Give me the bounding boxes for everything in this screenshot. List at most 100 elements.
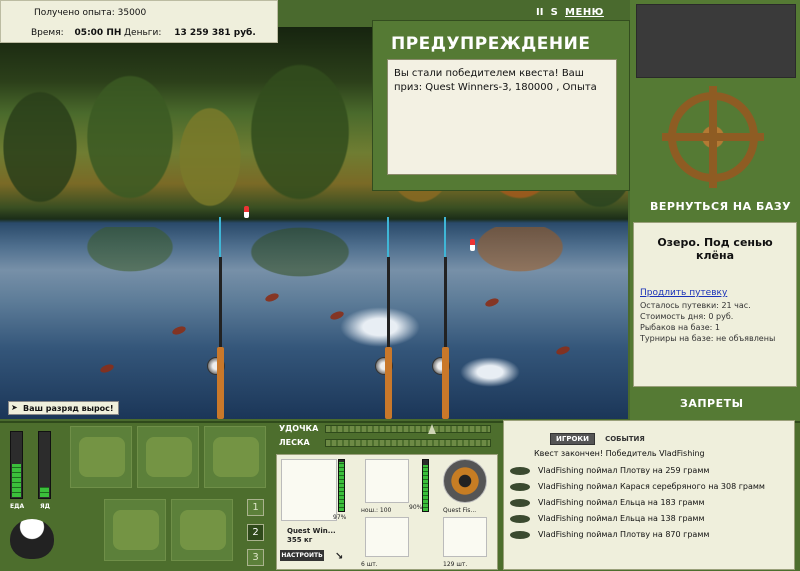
cauldron-icon[interactable]: [10, 519, 54, 559]
exp-value: 35000: [117, 8, 147, 18]
line-label: ЛЕСКА: [279, 438, 310, 447]
cloud-reflection: [340, 307, 420, 347]
arrow-down-icon[interactable]: ↘: [335, 551, 343, 562]
map-icon: [213, 437, 259, 477]
fish-icon: [510, 530, 530, 539]
event-text: VladFishing поймал Ельца на 183 грамм: [538, 498, 705, 507]
reel-caption: нош.: 100: [361, 507, 392, 514]
return-to-base-button[interactable]: ВЕРНУТЬСЯ НА БАЗУ: [650, 200, 791, 213]
line-tension-bar[interactable]: [325, 439, 491, 447]
hook-slot[interactable]: 6 шт.: [355, 517, 421, 569]
tab-players[interactable]: ИГРОКИ: [550, 433, 595, 445]
tackle-box-slot[interactable]: [70, 426, 132, 488]
sound-button[interactable]: S: [551, 7, 558, 18]
rod-icon: [281, 459, 337, 521]
rod-slot[interactable]: Quest Win... 355 кг: [281, 459, 337, 547]
reel-percent: 90%: [409, 504, 423, 511]
warning-dialog[interactable]: ПРЕДУПРЕЖДЕНИЕ Вы стали победителем квес…: [372, 20, 630, 191]
status-meters: ЕДА ЯД: [6, 431, 61, 511]
events-panel: ИГРОКИ СОБЫТИЯ Квест закончен! Победител…: [503, 420, 795, 570]
pause-button[interactable]: II: [536, 7, 543, 18]
event-line: VladFishing поймал Ельца на 183 грамм: [510, 496, 792, 509]
rod-tension-bar[interactable]: [325, 424, 491, 434]
rank-notice-text: Ваш разряд вырос!: [23, 404, 114, 413]
extend-permit-link[interactable]: Продлить путевку: [640, 288, 790, 298]
event-text: VladFishing поймал Карася серебряного на…: [538, 482, 765, 491]
inventory-page-3[interactable]: 3: [247, 549, 264, 566]
event-text: VladFishing поймал Ельца на 138 грамм: [538, 514, 705, 523]
leaf: [171, 324, 187, 337]
cloud-reflection: [460, 357, 520, 387]
inventory-page-1[interactable]: 1: [247, 499, 264, 516]
rod-weight: 355 кг: [287, 536, 313, 544]
fishing-rod-1[interactable]: [207, 217, 225, 419]
inventory-page-2[interactable]: 2: [247, 524, 264, 541]
bobber[interactable]: [470, 239, 475, 251]
menu-button[interactable]: МЕНЮ: [565, 7, 604, 18]
fishing-rod-2[interactable]: [375, 217, 393, 419]
tune-button[interactable]: НАСТРОИТЬ: [280, 550, 324, 561]
ad-placeholder: [636, 4, 796, 78]
top-toolbar: II S МЕНЮ: [536, 7, 608, 21]
tab-events[interactable]: СОБЫТИЯ: [600, 434, 650, 444]
events-tabs: ИГРОКИ СОБЫТИЯ: [550, 426, 650, 445]
time-row: Время: 05:00 ПН: [31, 28, 121, 38]
food-meter: [10, 431, 23, 499]
basket-slot[interactable]: [104, 499, 166, 561]
reel-wear-bar: [422, 459, 429, 512]
right-panel: ВЕРНУТЬСЯ НА БАЗУ Озеро. Под сенью клёна…: [630, 0, 800, 421]
ship-wheel-icon[interactable]: [668, 86, 758, 188]
bobber[interactable]: [244, 206, 249, 218]
event-line: VladFishing поймал Плотву на 870 грамм: [510, 528, 792, 541]
player-info-panel: Получено опыта: 35000 Время: 05:00 ПН Де…: [0, 0, 278, 43]
rod-marker[interactable]: [428, 424, 436, 434]
tackle-box-icon: [79, 437, 125, 477]
warning-title: ПРЕДУПРЕЖДЕНИЕ: [391, 34, 591, 54]
basket-icon: [113, 510, 159, 550]
anglers-count: Рыбаков на базе: 1: [640, 323, 720, 332]
poison-meter-fill: [40, 487, 49, 497]
warning-message: Вы стали победителем квеста! Ваш приз: Q…: [387, 59, 617, 175]
event-line: VladFishing поймал Ельца на 138 грамм: [510, 512, 792, 525]
poison-meter: [38, 431, 51, 499]
day-cost: Стоимость дня: 0 руб.: [640, 312, 734, 321]
leaf: [555, 344, 571, 357]
bucket-icon: [180, 510, 226, 550]
bag-icon: [146, 437, 192, 477]
bucket-slot[interactable]: [171, 499, 233, 561]
rod-wear-bar: [338, 459, 345, 512]
permit-remaining: Осталось путевки: 21 час.: [640, 301, 751, 310]
fish-icon: [510, 482, 530, 491]
leaf: [99, 362, 115, 375]
water-reflection: [0, 227, 628, 317]
hook-count: 6 шт.: [361, 561, 378, 568]
tournaments-status: Турниры на базе: не объявлены: [640, 334, 776, 343]
event-text: VladFishing поймал Плотву на 870 грамм: [538, 530, 710, 539]
exp-label: Получено опыта:: [34, 8, 115, 18]
lake-info-box: Озеро. Под сенью клёна Продлить путевку …: [633, 222, 797, 387]
rod-label: УДОЧКА: [279, 424, 319, 433]
map-slot[interactable]: [204, 426, 266, 488]
money-row: Деньги: 13 259 381 руб.: [124, 28, 256, 38]
fish-icon: [510, 514, 530, 523]
rod-percent: 97%: [333, 514, 347, 521]
rod-name: Quest Win...: [287, 527, 336, 535]
lake-name: Озеро. Под сенью клёна: [657, 236, 773, 262]
food-label: ЕДА: [10, 503, 25, 510]
line-slot[interactable]: Quest Fis...: [437, 459, 493, 515]
bans-button[interactable]: ЗАПРЕТЫ: [680, 397, 744, 410]
reel-icon: [365, 459, 409, 503]
bait-slot[interactable]: 129 шт.: [437, 517, 493, 569]
event-line: VladFishing поймал Плотву на 259 грамм: [510, 464, 792, 477]
event-line: Квест закончен! Победитель VladFishing: [534, 449, 705, 458]
rod-wear-fill: [339, 461, 344, 511]
hook-icon: [365, 517, 409, 557]
bait-count: 129 шт.: [443, 561, 468, 568]
line-caption: Quest Fis...: [443, 507, 477, 514]
event-line: VladFishing поймал Карася серебряного на…: [510, 480, 792, 493]
rank-notice[interactable]: Ваш разряд вырос!: [8, 401, 119, 415]
fishing-rod-3[interactable]: [432, 217, 450, 419]
money-label: Деньги:: [124, 28, 162, 38]
money-value: 13 259 381 руб.: [174, 28, 256, 38]
bag-slot[interactable]: [137, 426, 199, 488]
